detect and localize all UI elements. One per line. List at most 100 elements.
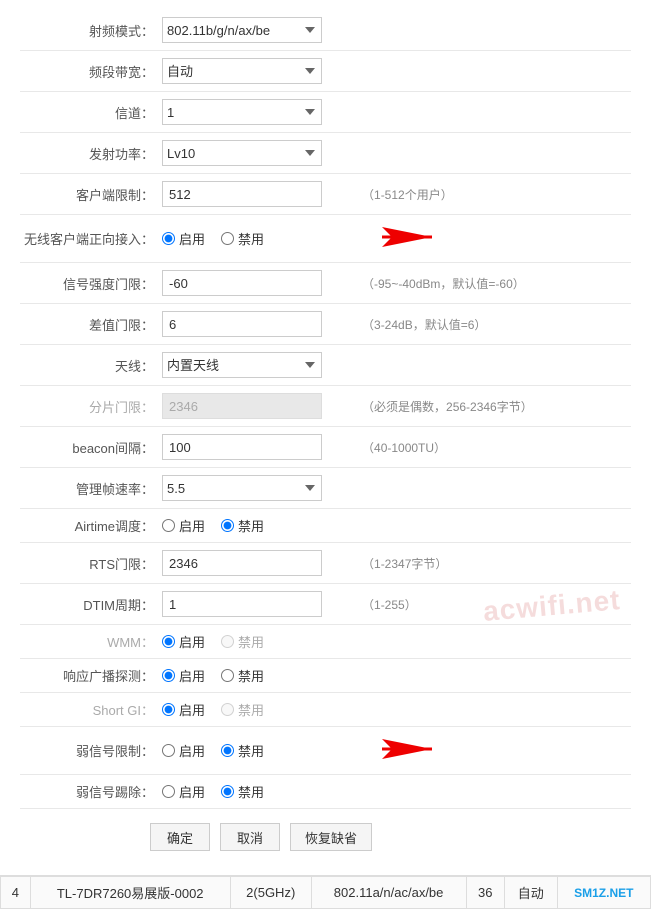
radio-input-multicast-probe-disable[interactable] (221, 669, 234, 682)
form-row-fragment: 分片门限：（必须是偶数，256-2346字节） (20, 386, 631, 427)
radio-group-short-gi: 启用 禁用 (162, 700, 354, 719)
radio-input-weak-signal-limit-disable[interactable] (221, 744, 234, 757)
radio-label-weak-signal-limit-enable[interactable]: 启用 (162, 741, 205, 760)
control-client-limit[interactable] (158, 174, 358, 215)
control-diff-threshold[interactable] (158, 304, 358, 345)
radio-input-airtime-disable[interactable] (221, 519, 234, 532)
input-signal-threshold[interactable] (162, 270, 322, 296)
form-row-tx-power: 发射功率：Lv10 (20, 133, 631, 174)
confirm-button[interactable]: 确定 (150, 823, 210, 851)
radio-input-wireless-forward-disable[interactable] (221, 232, 234, 245)
select-rf-mode[interactable]: 802.11b/g/n/ax/be (162, 17, 322, 43)
form-row-weak-signal-kick: 弱信号踢除：启用 禁用 (20, 775, 631, 809)
control-dtim[interactable] (158, 584, 358, 625)
hint-wmm (358, 625, 631, 659)
control-rf-mode[interactable]: 802.11b/g/n/ax/be (158, 10, 358, 51)
control-tx-power[interactable]: Lv10 (158, 133, 358, 174)
control-mgmt-rate[interactable]: 5.5 (158, 468, 358, 509)
control-rts[interactable] (158, 543, 358, 584)
radio-input-wireless-forward-enable[interactable] (162, 232, 175, 245)
hint-antenna (358, 345, 631, 386)
radio-label-weak-signal-kick-disable[interactable]: 禁用 (221, 782, 264, 801)
radio-label-weak-signal-limit-disable[interactable]: 禁用 (221, 741, 264, 760)
form-row-dtim: DTIM周期： （1-255） (20, 584, 631, 625)
radio-group-wireless-forward: 启用禁用 (162, 229, 354, 248)
radio-text-disable: 禁用 (238, 700, 264, 719)
radio-text-disable: 禁用 (238, 516, 264, 535)
control-antenna[interactable]: 内置天线 (158, 345, 358, 386)
label-short-gi: Short GI： (20, 693, 158, 727)
form-row-weak-signal-limit: 弱信号限制：启用禁用 (20, 727, 631, 775)
radio-label-short-gi-disable[interactable]: 禁用 (221, 700, 264, 719)
radio-input-weak-signal-kick-enable[interactable] (162, 785, 175, 798)
form-row-rf-mode: 射频模式：802.11b/g/n/ax/be (20, 10, 631, 51)
radio-text-enable: 启用 (179, 741, 205, 760)
form-row-beacon: beacon间隔：（40-1000TU） (20, 427, 631, 468)
input-diff-threshold[interactable] (162, 311, 322, 337)
radio-label-weak-signal-kick-enable[interactable]: 启用 (162, 782, 205, 801)
select-bandwidth[interactable]: 自动 (162, 58, 322, 84)
input-beacon[interactable] (162, 434, 322, 460)
radio-label-wmm-disable[interactable]: 禁用 (221, 632, 264, 651)
control-wireless-forward: 启用禁用 (158, 215, 358, 263)
hint-client-limit: （1-512个用户） (358, 174, 631, 215)
footer-cell-1: TL-7DR7260易展版-0002 (30, 876, 230, 909)
label-bandwidth: 频段带宽： (20, 51, 158, 92)
control-fragment[interactable] (158, 386, 358, 427)
hint-wireless-forward (358, 215, 631, 263)
restore-button[interactable]: 恢复缺省 (290, 823, 372, 851)
label-dtim: DTIM周期： (20, 584, 158, 625)
input-rts[interactable] (162, 550, 322, 576)
radio-label-airtime-disable[interactable]: 禁用 (221, 516, 264, 535)
input-dtim[interactable] (162, 591, 322, 617)
control-signal-threshold[interactable] (158, 263, 358, 304)
form-row-multicast-probe: 响应广播探测：启用禁用 (20, 659, 631, 693)
radio-input-wmm-disable (221, 635, 234, 648)
radio-text-disable: 禁用 (238, 632, 264, 651)
label-tx-power: 发射功率： (20, 133, 158, 174)
control-beacon[interactable] (158, 427, 358, 468)
hint-channel (358, 92, 631, 133)
radio-input-short-gi-enable[interactable] (162, 703, 175, 716)
footer-table: 4TL-7DR7260易展版-00022(5GHz)802.11a/n/ac/a… (0, 875, 651, 909)
control-bandwidth[interactable]: 自动 (158, 51, 358, 92)
smtz-badge: SM1Z.NET (557, 876, 650, 909)
radio-label-wireless-forward-enable[interactable]: 启用 (162, 229, 205, 248)
radio-label-multicast-probe-enable[interactable]: 启用 (162, 666, 205, 685)
label-diff-threshold: 差值门限： (20, 304, 158, 345)
hint-bandwidth (358, 51, 631, 92)
radio-label-airtime-enable[interactable]: 启用 (162, 516, 205, 535)
input-client-limit[interactable] (162, 181, 322, 207)
form-row-wireless-forward: 无线客户端正向接入：启用禁用 (20, 215, 631, 263)
form-row-signal-threshold: 信号强度门限：（-95~-40dBm，默认值=-60） (20, 263, 631, 304)
cancel-button[interactable]: 取消 (220, 823, 280, 851)
radio-text-enable: 启用 (179, 632, 205, 651)
input-fragment (162, 393, 322, 419)
hint-signal-threshold: （-95~-40dBm，默认值=-60） (358, 263, 631, 304)
select-tx-power[interactable]: Lv10 (162, 140, 322, 166)
select-channel[interactable]: 1 (162, 99, 322, 125)
radio-input-airtime-enable[interactable] (162, 519, 175, 532)
radio-label-wmm-enable[interactable]: 启用 (162, 632, 205, 651)
control-channel[interactable]: 1 (158, 92, 358, 133)
control-airtime: 启用 禁用 (158, 509, 358, 543)
radio-input-weak-signal-limit-enable[interactable] (162, 744, 175, 757)
radio-group-multicast-probe: 启用禁用 (162, 666, 354, 685)
radio-input-multicast-probe-enable[interactable] (162, 669, 175, 682)
label-weak-signal-kick: 弱信号踢除： (20, 775, 158, 809)
radio-group-airtime: 启用 禁用 (162, 516, 354, 535)
hint-weak-signal-kick (358, 775, 631, 809)
radio-label-short-gi-enable[interactable]: 启用 (162, 700, 205, 719)
select-mgmt-rate[interactable]: 5.5 (162, 475, 322, 501)
radio-label-wireless-forward-disable[interactable]: 禁用 (221, 229, 264, 248)
radio-input-weak-signal-kick-disable[interactable] (221, 785, 234, 798)
radio-text-enable: 启用 (179, 516, 205, 535)
label-airtime: Airtime调度： (20, 509, 158, 543)
select-antenna[interactable]: 内置天线 (162, 352, 322, 378)
radio-input-wmm-enable[interactable] (162, 635, 175, 648)
hint-dtim: （1-255） (358, 584, 631, 625)
radio-label-multicast-probe-disable[interactable]: 禁用 (221, 666, 264, 685)
radio-text-disable: 禁用 (238, 782, 264, 801)
control-short-gi: 启用 禁用 (158, 693, 358, 727)
form-row-airtime: Airtime调度： 启用 禁用 (20, 509, 631, 543)
